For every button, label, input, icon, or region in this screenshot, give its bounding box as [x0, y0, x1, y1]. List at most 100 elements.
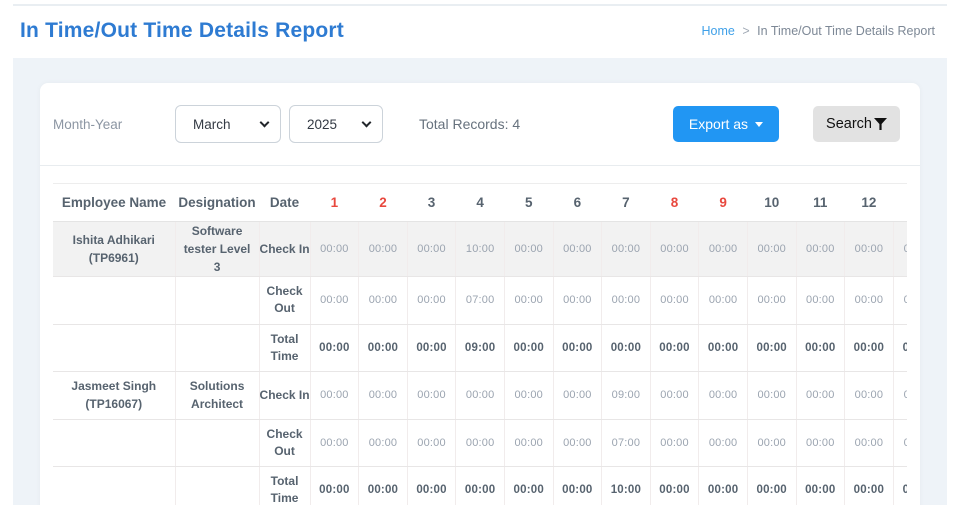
export-as-button[interactable]: Export as — [673, 106, 779, 142]
designation-cell: Software tester Level 3 — [175, 222, 259, 277]
time-cell: 00:00 — [650, 222, 699, 277]
day-header: 3 — [407, 184, 456, 222]
time-cell: 00:00 — [796, 467, 845, 506]
time-cell: 00:00 — [650, 277, 699, 325]
time-cell: 00:00 — [747, 419, 796, 467]
time-cell: 00:00 — [796, 277, 845, 325]
time-cell: 00:00 — [407, 222, 456, 277]
designation-cell: Solutions Architect — [175, 372, 259, 420]
time-cell: 00:00 — [553, 419, 602, 467]
time-cell: 00:00 — [359, 277, 408, 325]
time-cell: 00:00 — [650, 467, 699, 506]
time-cell: 00:00 — [407, 372, 456, 420]
time-cell: 00:00 — [845, 372, 894, 420]
designation-header: Designation — [175, 184, 259, 222]
time-cell: 00:00 — [553, 222, 602, 277]
time-cell: 00:00 — [407, 419, 456, 467]
employee-name-cell — [53, 467, 175, 506]
time-cell: 00:00 — [504, 277, 553, 325]
report-card: Month-Year March 2025 Total Records: 4 E… — [40, 83, 920, 505]
time-cell: 00:00 — [504, 467, 553, 506]
table-row: Check Out00:0000:0000:0007:0000:0000:000… — [53, 277, 907, 325]
time-cell: 00:00 — [747, 467, 796, 506]
total-records-text: Total Records: 4 — [419, 116, 520, 132]
time-cell: 00:00 — [796, 372, 845, 420]
table-head-row: Employee Name Designation Date 123456789… — [53, 184, 907, 222]
year-select[interactable]: 2025 — [289, 105, 383, 143]
filter-row: Month-Year March 2025 Total Records: 4 E… — [40, 83, 920, 166]
time-cell: 07:00 — [456, 277, 505, 325]
time-cell: 00:00 — [699, 222, 748, 277]
time-cell: 00:00 — [845, 467, 894, 506]
search-label: Search — [826, 116, 872, 132]
time-cell: 00:00 — [553, 277, 602, 325]
time-cell: 00:00 — [893, 419, 907, 467]
time-cell: 00:00 — [893, 372, 907, 420]
designation-cell — [175, 324, 259, 372]
page-content-area: Month-Year March 2025 Total Records: 4 E… — [13, 58, 947, 505]
day-header: 8 — [650, 184, 699, 222]
time-cell: 00:00 — [310, 467, 359, 506]
employee-name-cell — [53, 419, 175, 467]
time-cell: 00:00 — [650, 324, 699, 372]
row-type-label: Check In — [259, 222, 310, 277]
row-type-label: Check In — [259, 372, 310, 420]
time-cell: 00:00 — [699, 467, 748, 506]
designation-cell — [175, 467, 259, 506]
time-cell: 00:00 — [359, 467, 408, 506]
row-type-label: Check Out — [259, 419, 310, 467]
time-cell: 00:00 — [699, 277, 748, 325]
time-cell: 09:00 — [602, 372, 651, 420]
export-as-label: Export as — [689, 116, 748, 132]
month-select[interactable]: March — [175, 105, 281, 143]
time-cell: 10:00 — [602, 467, 651, 506]
time-cell: 00:00 — [407, 277, 456, 325]
time-cell: 00:00 — [699, 324, 748, 372]
day-header: 4 — [456, 184, 505, 222]
breadcrumb: Home > In Time/Out Time Details Report — [702, 24, 935, 38]
filter-funnel-icon — [874, 118, 887, 130]
time-cell: 00:00 — [553, 324, 602, 372]
day-header: 12 — [845, 184, 894, 222]
search-button[interactable]: Search — [813, 106, 900, 142]
time-cell: 00:00 — [553, 372, 602, 420]
day-header: 7 — [602, 184, 651, 222]
time-cell: 00:00 — [893, 222, 907, 277]
time-cell: 00:00 — [310, 419, 359, 467]
page-title: In Time/Out Time Details Report — [20, 19, 344, 43]
time-cell: 00:00 — [796, 222, 845, 277]
time-cell: 00:00 — [407, 324, 456, 372]
table-row: Total Time00:0000:0000:0000:0000:0000:00… — [53, 467, 907, 506]
day-header: 10 — [747, 184, 796, 222]
breadcrumb-home-link[interactable]: Home — [702, 24, 735, 38]
time-cell: 00:00 — [310, 222, 359, 277]
time-cell: 00:00 — [845, 277, 894, 325]
year-select-wrap: 2025 — [289, 105, 383, 143]
time-cell: 00:00 — [602, 222, 651, 277]
row-type-label: Total Time — [259, 324, 310, 372]
time-cell: 00:00 — [602, 277, 651, 325]
time-cell: 10:00 — [456, 222, 505, 277]
time-cell: 00:00 — [796, 419, 845, 467]
time-cell: 00:00 — [893, 467, 907, 506]
table-row: Total Time00:0000:0000:0009:0000:0000:00… — [53, 324, 907, 372]
day-header: 11 — [796, 184, 845, 222]
time-cell: 00:00 — [407, 467, 456, 506]
caret-down-icon — [755, 122, 763, 127]
time-cell: 00:00 — [504, 419, 553, 467]
table-body: Ishita Adhikari (TP6961)Software tester … — [53, 222, 907, 506]
time-cell: 00:00 — [845, 222, 894, 277]
time-cell: 00:00 — [699, 419, 748, 467]
time-cell: 00:00 — [310, 324, 359, 372]
date-header: Date — [259, 184, 310, 222]
day-header: 2 — [359, 184, 408, 222]
time-cell: 00:00 — [310, 277, 359, 325]
time-cell: 00:00 — [747, 324, 796, 372]
time-cell: 09:00 — [456, 324, 505, 372]
employee-name-cell — [53, 277, 175, 325]
report-table-container: Employee Name Designation Date 123456789… — [53, 183, 907, 505]
breadcrumb-current: In Time/Out Time Details Report — [757, 24, 935, 38]
time-cell: 00:00 — [504, 372, 553, 420]
time-cell: 00:00 — [359, 324, 408, 372]
time-cell: 00:00 — [747, 277, 796, 325]
